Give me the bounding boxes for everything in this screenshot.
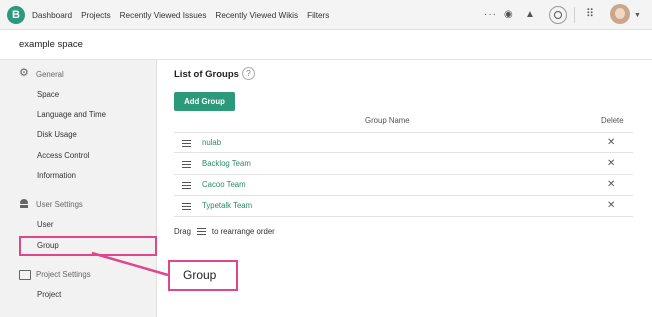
group-row: nulab ✕ <box>174 132 633 153</box>
search-icon[interactable] <box>549 6 567 24</box>
delete-icon[interactable]: ✕ <box>607 178 615 192</box>
drag-handle-icon <box>196 228 206 235</box>
group-name-link[interactable]: Cacoo Team <box>202 180 246 189</box>
sidebar-section-label: User Settings <box>36 199 83 209</box>
top-navigation-bar: B Dashboard Projects Recently Viewed Iss… <box>0 0 652 30</box>
group-callout-label: Group <box>168 260 238 291</box>
group-row: Typetalk Team ✕ <box>174 196 633 217</box>
sidebar-item-user[interactable]: User <box>37 219 53 231</box>
nav-recently-viewed-wikis[interactable]: Recently Viewed Wikis <box>215 11 298 20</box>
top-nav-links: Dashboard Projects Recently Viewed Issue… <box>32 0 329 30</box>
drag-handle-icon[interactable] <box>182 203 191 210</box>
sidebar-section-label: Project Settings <box>36 269 91 279</box>
sidebar-item-disk-usage[interactable]: Disk Usage <box>37 129 77 141</box>
notification-icon[interactable]: ▲ <box>525 8 535 22</box>
sidebar-section-general: General <box>19 66 64 81</box>
delete-icon[interactable]: ✕ <box>607 157 615 171</box>
column-header-delete: Delete <box>601 116 624 125</box>
sidebar-item-project[interactable]: Project <box>37 289 61 301</box>
column-header-group-name: Group Name <box>365 116 410 125</box>
group-name-link[interactable]: Typetalk Team <box>202 201 252 210</box>
sidebar-item-space[interactable]: Space <box>37 89 59 101</box>
project-icon <box>19 269 31 280</box>
help-icon[interactable]: ? <box>242 67 255 80</box>
nav-projects[interactable]: Projects <box>81 11 111 20</box>
nav-recently-viewed-issues[interactable]: Recently Viewed Issues <box>120 11 207 20</box>
chevron-down-icon[interactable]: ▼ <box>634 9 641 23</box>
user-icon <box>19 199 29 209</box>
settings-sidebar: General Space Language and Time Disk Usa… <box>0 60 157 317</box>
hint-text: to rearrange order <box>211 227 275 236</box>
group-highlight-box <box>19 236 157 256</box>
backlog-logo-icon[interactable]: B <box>7 6 25 24</box>
sidebar-section-label: General <box>36 69 64 79</box>
sidebar-section-user-settings: User Settings <box>19 197 83 211</box>
sidebar-item-information[interactable]: Information <box>37 170 76 182</box>
nav-filters[interactable]: Filters <box>307 11 329 20</box>
hint-text: Drag <box>174 227 191 236</box>
sidebar-item-access-control[interactable]: Access Control <box>37 150 89 162</box>
drag-handle-icon[interactable] <box>182 140 191 147</box>
sidebar-item-language-and-time[interactable]: Language and Time <box>37 109 106 121</box>
delete-icon[interactable]: ✕ <box>607 136 615 150</box>
drag-hint: Drag to rearrange order <box>174 227 275 236</box>
group-row: Cacoo Team ✕ <box>174 175 633 196</box>
add-group-button[interactable]: Add Group <box>174 92 235 111</box>
drag-handle-icon[interactable] <box>182 182 191 189</box>
divider <box>574 7 575 23</box>
nav-dashboard[interactable]: Dashboard <box>32 11 72 20</box>
watch-icon[interactable]: ◉ <box>504 8 513 22</box>
more-icon[interactable]: ··· <box>484 8 497 22</box>
apps-grid-icon[interactable]: ⠿ <box>586 7 594 21</box>
space-header: example space <box>0 31 652 60</box>
group-name-link[interactable]: Backlog Team <box>202 159 251 168</box>
sidebar-section-project-settings: Project Settings <box>19 267 91 281</box>
group-row: Backlog Team ✕ <box>174 154 633 175</box>
delete-icon[interactable]: ✕ <box>607 199 615 213</box>
drag-handle-icon[interactable] <box>182 161 191 168</box>
gear-icon <box>19 66 29 79</box>
group-name-link[interactable]: nulab <box>202 138 221 147</box>
space-name[interactable]: example space <box>19 39 83 50</box>
page-title: List of Groups <box>174 69 239 80</box>
avatar[interactable] <box>610 4 630 24</box>
